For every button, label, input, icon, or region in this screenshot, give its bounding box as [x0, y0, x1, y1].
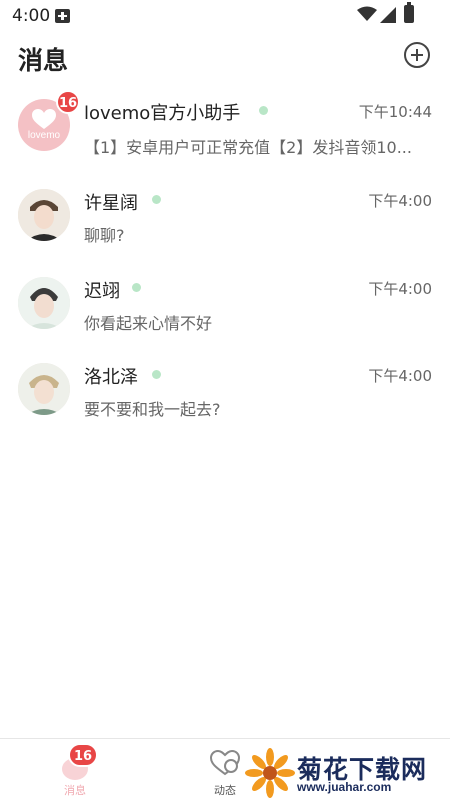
status-bar: 4:00 — [0, 0, 450, 32]
conversation-time: 下午4:00 — [368, 192, 432, 210]
online-indicator — [152, 195, 161, 204]
tab-label: 消息 — [64, 784, 86, 797]
online-indicator — [132, 283, 141, 292]
unread-badge: 16 — [68, 743, 98, 767]
flower-logo-icon — [245, 748, 295, 798]
wifi-icon — [357, 6, 377, 21]
conversation-preview: 【1】安卓用户可正常充值【2】发抖音领10... — [84, 138, 412, 157]
conversation-preview: 你看起来心情不好 — [84, 314, 213, 333]
online-indicator — [152, 370, 161, 379]
watermark-url: www.juahar.com — [297, 780, 392, 794]
conversation-name: 许星阔 — [84, 193, 138, 214]
page-title: 消息 — [18, 46, 69, 75]
avatar — [18, 363, 70, 415]
avatar — [18, 277, 70, 329]
signal-icon — [380, 7, 396, 23]
watermark: 菊花下载网 www.juahar.com — [245, 746, 450, 800]
avatar — [18, 189, 70, 241]
header: 消息 — [0, 36, 450, 80]
conversation-preview: 聊聊? — [84, 226, 125, 245]
conversation-preview: 要不要和我一起去? — [84, 400, 221, 419]
unread-badge: 16 — [56, 90, 80, 114]
conversation-item[interactable]: 许星阔 下午4:00 聊聊? — [0, 184, 450, 268]
conversation-name: 洛北泽 — [84, 367, 138, 388]
conversation-time: 下午4:00 — [368, 280, 432, 298]
conversation-item[interactable]: 迟翊 下午4:00 你看起来心情不好 — [0, 272, 450, 356]
person-portrait-icon — [18, 277, 70, 329]
conversation-time: 下午10:44 — [358, 103, 432, 121]
conversation-time: 下午4:00 — [368, 367, 432, 385]
add-button[interactable] — [404, 42, 430, 68]
avatar-logo-text: lovemo — [27, 130, 61, 141]
status-time: 4:00 — [12, 6, 51, 26]
person-portrait-icon — [18, 363, 70, 415]
battery-icon — [404, 2, 414, 23]
tab-messages[interactable]: 16 消息 — [45, 739, 105, 799]
person-portrait-icon — [18, 189, 70, 241]
online-indicator — [259, 106, 268, 115]
notification-plus-icon — [55, 9, 70, 23]
conversation-name: lovemo官方小助手 — [84, 103, 241, 124]
conversation-item[interactable]: lovemo 16 lovemo官方小助手 下午10:44 【1】安卓用户可正常… — [0, 90, 450, 180]
conversation-item[interactable]: 洛北泽 下午4:00 要不要和我一起去? — [0, 360, 450, 444]
conversation-name: 迟翊 — [84, 281, 120, 302]
